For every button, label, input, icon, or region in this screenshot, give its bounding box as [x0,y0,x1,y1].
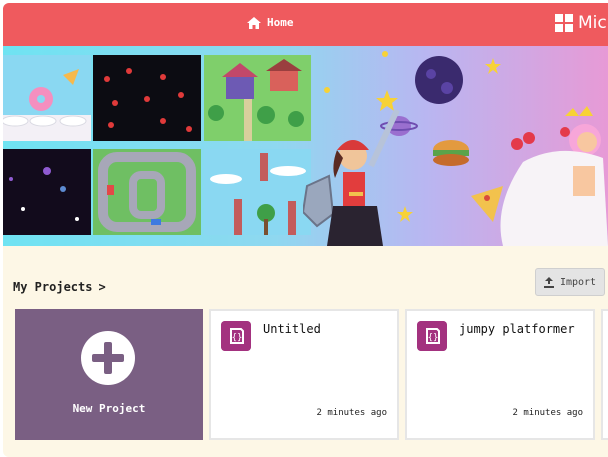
cherry-space-thumb[interactable] [93,55,201,141]
import-label: Import [559,276,597,288]
new-project-card[interactable]: New Project [15,309,203,440]
upload-icon [543,276,554,288]
hero-characters-art [303,51,608,246]
sky-platformer-thumb[interactable] [204,149,311,235]
plus-icon [81,331,135,385]
microsoft-logo-icon [555,14,573,32]
my-projects-link[interactable]: My Projects > [13,280,106,294]
home-button[interactable]: Home [247,16,294,29]
food-platformer-thumb[interactable] [3,55,91,141]
code-file-icon: {} [417,321,447,351]
project-title: Untitled [263,322,321,336]
project-title: jumpy platformer [459,322,575,336]
svg-text:{}: {} [232,333,243,343]
microsoft-brand[interactable]: Micro [555,13,608,33]
project-timestamp: 2 minutes ago [512,408,583,418]
svg-text:{}: {} [428,333,439,343]
project-card-partial[interactable] [601,309,608,440]
section-title-label: My Projects [13,280,93,294]
home-label: Home [267,16,294,29]
hero-banner [3,46,608,246]
top-bar: Home Micro [3,3,608,46]
home-icon [247,16,261,29]
import-button[interactable]: Import [535,268,605,296]
race-track-thumb[interactable] [93,149,201,235]
project-timestamp: 2 minutes ago [316,408,387,418]
project-card[interactable]: {} jumpy platformer 2 minutes ago [405,309,595,440]
app-frame: Home Micro [3,3,608,457]
chevron-right-icon: > [98,280,106,294]
new-project-label: New Project [72,402,146,415]
village-rpg-thumb[interactable] [204,55,311,141]
brand-label: Micro [578,13,608,33]
code-file-icon: {} [221,321,251,351]
project-card[interactable]: {} Untitled 2 minutes ago [209,309,399,440]
space-thumb[interactable] [3,149,91,235]
